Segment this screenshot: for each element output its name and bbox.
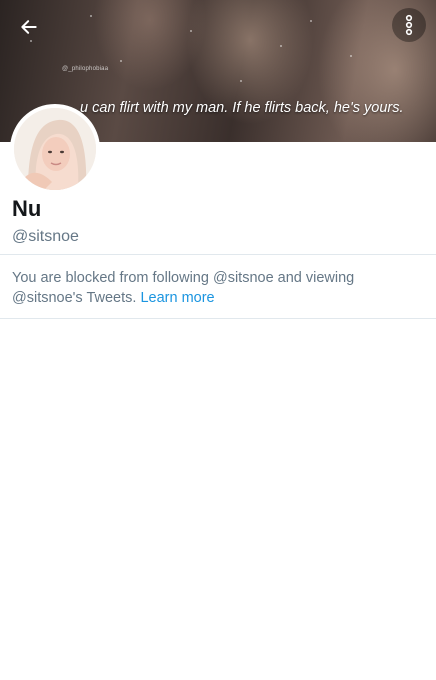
profile-name: Nu bbox=[12, 196, 42, 221]
profile-avatar[interactable] bbox=[10, 104, 100, 194]
banner-speck bbox=[120, 60, 122, 62]
learn-more-link[interactable]: Learn more bbox=[140, 290, 214, 306]
more-options-button[interactable] bbox=[392, 8, 426, 42]
banner-speck bbox=[240, 80, 242, 82]
blocked-notice: You are blocked from following @sitsnoe … bbox=[12, 268, 412, 308]
divider bbox=[0, 254, 436, 255]
back-button[interactable] bbox=[12, 10, 46, 44]
banner-speck bbox=[350, 55, 352, 57]
avatar-image bbox=[14, 108, 96, 190]
banner-speck bbox=[280, 45, 282, 47]
banner-speck bbox=[190, 30, 192, 32]
banner-speck bbox=[90, 15, 92, 17]
banner-quote: u can flirt with my man. If he flirts ba… bbox=[80, 100, 404, 116]
divider bbox=[0, 318, 436, 319]
arrow-left-icon bbox=[21, 20, 37, 34]
profile-handle: @sitsnoe bbox=[12, 228, 79, 245]
more-vertical-icon bbox=[405, 14, 413, 36]
banner-speck bbox=[310, 20, 312, 22]
banner-watermark: @_philophobiaa bbox=[62, 66, 109, 72]
